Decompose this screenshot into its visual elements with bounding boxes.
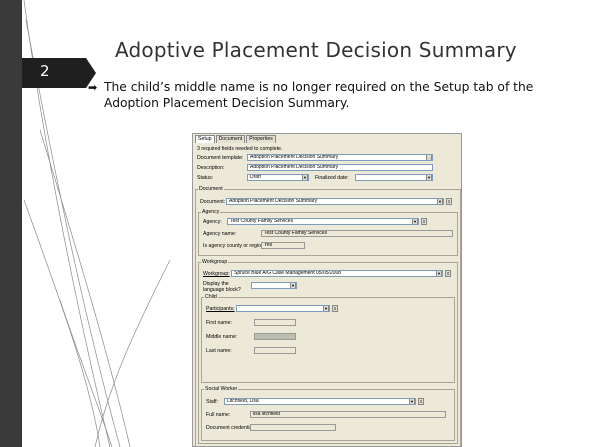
agency-select[interactable]: Test County Family Services ▼ (227, 218, 419, 225)
document-label: Document: (200, 199, 226, 205)
browse-icon[interactable]: … (426, 155, 432, 160)
social-worker-group: Social Worker Staff: Litchfield, Lisa ▼ … (201, 386, 455, 441)
description-field[interactable]: Adoption Placement Decision Summary (247, 164, 433, 171)
first-name-field (254, 319, 296, 326)
document-group-title: Document (198, 186, 224, 192)
workgroup-value: Spruce Blue A/G Case Management 05/05/20… (234, 270, 342, 276)
status-value: Draft (250, 174, 261, 180)
full-name-field: lisa litchfield (250, 411, 446, 418)
document-template-field[interactable]: Adoption Placement Decision Summary … (247, 154, 433, 161)
workgroup-link[interactable]: Workgroup: (203, 271, 230, 277)
document-value: Adoption Placement Decision Summary (229, 198, 318, 204)
middle-name-field (254, 333, 296, 340)
slide-number-tag (22, 58, 96, 88)
agency-group-title: Agency (201, 209, 221, 215)
last-name-field (254, 347, 296, 354)
workgroup-group: Workgroup Workgroup: Spruce Blue A/G Cas… (198, 259, 458, 444)
credentials-field (250, 424, 336, 431)
agency-label: Agency: (203, 219, 222, 225)
first-name-label: First name: (206, 320, 232, 326)
document-template-label: Document template: (197, 155, 244, 161)
finalized-date-field[interactable]: ▼ (355, 174, 433, 181)
chevron-down-icon[interactable]: ▼ (302, 175, 308, 180)
status-label: Status: (197, 175, 214, 181)
status-select[interactable]: Draft ▼ (247, 174, 309, 181)
agency-lookup-button[interactable]: ⇕ (421, 218, 427, 225)
document-lookup-button[interactable]: ⇕ (446, 198, 452, 205)
agency-name-field: Test County Family Services (261, 230, 453, 237)
agency-county-label: Is agency county or region: (203, 243, 266, 249)
document-group: Document Document: Adoption Placement De… (195, 186, 461, 446)
left-dark-bar (0, 0, 22, 447)
tab-properties[interactable]: Properties (246, 135, 276, 143)
slide-number: 2 (40, 62, 50, 80)
full-name-label: Full name: (206, 412, 231, 418)
chevron-down-icon[interactable]: ▼ (323, 306, 329, 311)
agency-county-field: Yes (261, 242, 305, 249)
workgroup-lookup-button[interactable]: ⇕ (445, 270, 451, 277)
workgroup-select[interactable]: Spruce Blue A/G Case Management 05/05/20… (231, 270, 443, 277)
agency-name-label: Agency name: (203, 231, 237, 237)
participants-lookup-button[interactable]: ⇕ (332, 305, 338, 312)
chevron-down-icon[interactable]: ▼ (436, 271, 442, 276)
bullet-text: The child’s middle name is no longer req… (104, 80, 534, 110)
chevron-down-icon[interactable]: ▼ (426, 175, 432, 180)
document-template-value: Adoption Placement Decision Summary (250, 154, 339, 160)
agency-group: Agency Agency: Test County Family Servic… (198, 209, 458, 256)
finalized-date-label: Finalized date: (315, 175, 349, 181)
last-name-label: Last name: (206, 348, 232, 354)
display-language-label: Display the language block? (203, 281, 241, 293)
chevron-down-icon[interactable]: ▼ (412, 219, 418, 224)
staff-select[interactable]: Litchfield, Lisa ▼ (224, 398, 416, 405)
child-group-title: Child (204, 294, 218, 300)
tab-setup[interactable]: Setup (195, 135, 215, 143)
staff-value: Litchfield, Lisa (227, 398, 259, 404)
workgroup-group-title: Workgroup (201, 259, 229, 265)
chevron-down-icon[interactable]: ▼ (437, 199, 443, 204)
description-label: Description: (197, 165, 225, 171)
bullet-point: ➡ The child’s middle name is no longer r… (88, 80, 578, 111)
agency-value: Test County Family Services (230, 218, 294, 224)
arrow-bullet-icon: ➡ (88, 81, 98, 94)
child-group: Child Participants: ▼ ⇕ First name: Midd… (201, 294, 455, 383)
display-language-select[interactable]: ▼ (251, 282, 297, 289)
social-worker-group-title: Social Worker (204, 386, 239, 392)
required-note: 3 required fields needed to complete. (197, 146, 283, 152)
tab-document[interactable]: Document (215, 135, 246, 143)
staff-label: Staff: (206, 399, 219, 405)
participants-select[interactable]: ▼ (236, 305, 330, 312)
chevron-down-icon[interactable]: ▼ (409, 399, 415, 404)
setup-screenshot: Setup Document Properties 3 required fie… (192, 133, 462, 447)
participants-link[interactable]: Participants: (206, 306, 235, 312)
staff-lookup-button[interactable]: ⇕ (418, 398, 424, 405)
slide-title: Adoptive Placement Decision Summary (115, 38, 517, 62)
tab-bar: Setup Document Properties (195, 135, 277, 143)
document-select[interactable]: Adoption Placement Decision Summary ▼ (226, 198, 444, 205)
middle-name-label: Middle name: (206, 334, 238, 340)
chevron-down-icon[interactable]: ▼ (290, 283, 296, 288)
